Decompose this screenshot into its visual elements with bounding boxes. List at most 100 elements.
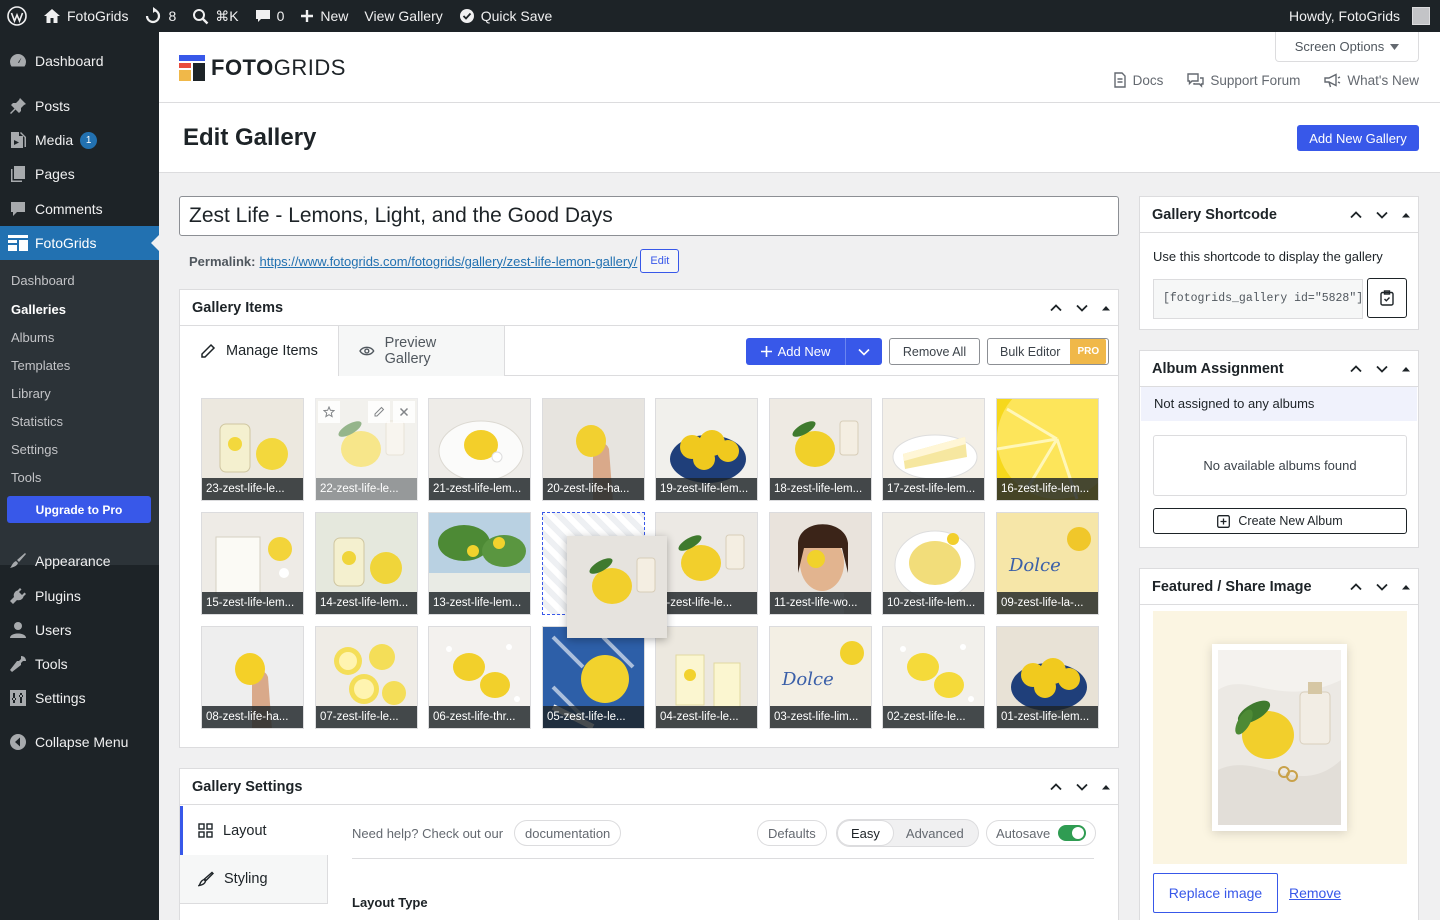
quick-save-link[interactable]: Quick Save xyxy=(451,0,561,32)
chevron-up-icon[interactable] xyxy=(1048,300,1064,316)
gallery-item[interactable]: 08-zest-life-ha... xyxy=(201,626,304,729)
sidebar-item-comments[interactable]: Comments xyxy=(0,192,159,226)
chevron-down-icon[interactable] xyxy=(1374,579,1390,595)
remove-image-link[interactable]: Remove xyxy=(1289,885,1341,901)
gallery-item[interactable]: 18-zest-life-lem... xyxy=(769,398,872,501)
gallery-title-input[interactable]: Zest Life - Lemons, Light, and the Good … xyxy=(179,196,1119,236)
submenu-dashboard[interactable]: Dashboard xyxy=(11,273,75,288)
collapse-toggle-icon[interactable] xyxy=(1400,363,1412,375)
gallery-item[interactable]: 2-zest-life-le... xyxy=(655,512,758,615)
gallery-item[interactable]: 13-zest-life-lem... xyxy=(428,512,531,615)
submenu-settings[interactable]: Settings xyxy=(11,442,58,457)
gallery-item[interactable]: 23-zest-life-le... xyxy=(201,398,304,501)
chevron-down-icon[interactable] xyxy=(1374,361,1390,377)
comments-link[interactable]: 0 xyxy=(247,0,293,32)
chevron-down-icon[interactable] xyxy=(1074,300,1090,316)
tab-preview-gallery[interactable]: Preview Gallery xyxy=(338,326,505,376)
collapse-toggle-icon[interactable] xyxy=(1400,209,1412,221)
gallery-item[interactable]: 05-zest-life-le... xyxy=(542,626,645,729)
gallery-item[interactable]: 14-zest-life-lem... xyxy=(315,512,418,615)
remove-all-button[interactable]: Remove All xyxy=(889,338,980,365)
add-new-gallery-button[interactable]: Add New Gallery xyxy=(1297,125,1419,151)
sidebar-item-pages[interactable]: Pages xyxy=(0,157,159,191)
sidebar-item-settings[interactable]: Settings xyxy=(0,681,159,715)
submenu-albums[interactable]: Albums xyxy=(11,330,54,345)
gallery-item[interactable]: 22-zest-life-le... xyxy=(315,398,418,501)
settings-tab-styling[interactable]: Styling xyxy=(180,855,328,904)
collapse-menu-button[interactable]: Collapse Menu xyxy=(0,725,159,759)
sidebar-item-media[interactable]: Media 1 xyxy=(0,123,159,157)
gallery-item[interactable]: 02-zest-life-le... xyxy=(882,626,985,729)
gallery-item[interactable]: 16-zest-life-lem... xyxy=(996,398,1099,501)
sidebar-item-appearance[interactable]: Appearance xyxy=(0,544,159,578)
gallery-item[interactable]: 11-zest-life-wo... xyxy=(769,512,872,615)
support-forum-link[interactable]: Support Forum xyxy=(1187,72,1300,88)
collapse-toggle-icon[interactable] xyxy=(1100,302,1112,314)
chevron-down-icon[interactable] xyxy=(1074,779,1090,795)
replace-image-button[interactable]: Replace image xyxy=(1153,873,1278,913)
sidebar-item-users[interactable]: Users xyxy=(0,613,159,647)
chevron-up-icon[interactable] xyxy=(1348,579,1364,595)
new-content-link[interactable]: New xyxy=(292,0,356,32)
close-icon[interactable] xyxy=(393,401,415,423)
docs-link[interactable]: Docs xyxy=(1113,72,1163,88)
gallery-item[interactable]: 20-zest-life-ha... xyxy=(542,398,645,501)
mode-easy[interactable]: Easy xyxy=(838,821,893,845)
dragging-gallery-item[interactable] xyxy=(567,536,667,638)
autosave-switch[interactable] xyxy=(1058,825,1087,841)
submenu-statistics[interactable]: Statistics xyxy=(11,414,63,429)
defaults-button[interactable]: Defaults xyxy=(757,820,827,846)
submenu-templates[interactable]: Templates xyxy=(11,358,70,373)
gallery-item[interactable]: 01-zest-life-lem... xyxy=(996,626,1099,729)
documentation-link[interactable]: documentation xyxy=(514,820,622,846)
view-gallery-link[interactable]: View Gallery xyxy=(356,0,450,32)
upgrade-to-pro-button[interactable]: Upgrade to Pro xyxy=(7,496,151,523)
wordpress-logo-icon[interactable] xyxy=(0,0,35,32)
search-link[interactable]: ⌘K xyxy=(184,0,246,32)
edit-pencil-icon[interactable] xyxy=(368,401,390,423)
collapse-toggle-icon[interactable] xyxy=(1400,581,1412,593)
gallery-item[interactable]: 10-zest-life-lem... xyxy=(882,512,985,615)
settings-tab-layout[interactable]: Layout xyxy=(180,806,328,855)
sidebar-item-fotogrids[interactable]: FotoGrids xyxy=(0,226,159,260)
gallery-item[interactable]: Dolce 03-zest-life-lim... xyxy=(769,626,872,729)
permalink-edit-button[interactable]: Edit xyxy=(640,249,680,273)
star-icon[interactable] xyxy=(318,401,340,423)
copy-shortcode-button[interactable] xyxy=(1367,278,1407,318)
submenu-tools[interactable]: Tools xyxy=(11,470,41,485)
account-menu[interactable]: Howdy, FotoGrids xyxy=(1281,0,1440,32)
gallery-item[interactable]: 21-zest-life-lem... xyxy=(428,398,531,501)
autosave-toggle[interactable]: Autosave xyxy=(986,820,1097,846)
gallery-item[interactable]: 07-zest-life-le... xyxy=(315,626,418,729)
chevron-up-icon[interactable] xyxy=(1348,361,1364,377)
add-new-dropdown-toggle[interactable] xyxy=(846,348,882,356)
tab-manage-items[interactable]: Manage Items xyxy=(180,326,338,376)
gallery-item[interactable]: 04-zest-life-le... xyxy=(655,626,758,729)
mode-advanced[interactable]: Advanced xyxy=(893,821,977,845)
permalink-url[interactable]: https://www.fotogrids.com/fotogrids/gall… xyxy=(259,254,637,269)
create-new-album-button[interactable]: Create New Album xyxy=(1153,508,1407,534)
chevron-down-icon[interactable] xyxy=(1374,207,1390,223)
whats-new-link[interactable]: What's New xyxy=(1324,72,1419,88)
chevron-up-icon[interactable] xyxy=(1048,779,1064,795)
collapse-toggle-icon[interactable] xyxy=(1100,781,1112,793)
gallery-item[interactable]: 19-zest-life-lem... xyxy=(655,398,758,501)
screen-options-toggle[interactable]: Screen Options xyxy=(1275,32,1419,62)
bulk-editor-button[interactable]: Bulk Editor PRO xyxy=(987,338,1109,365)
chevron-up-icon[interactable] xyxy=(1348,207,1364,223)
gallery-item[interactable]: 15-zest-life-lem... xyxy=(201,512,304,615)
sidebar-item-posts[interactable]: Posts xyxy=(0,89,159,123)
gallery-item[interactable]: 06-zest-life-thr... xyxy=(428,626,531,729)
submenu-galleries[interactable]: Galleries xyxy=(11,302,66,317)
sidebar-item-tools[interactable]: Tools xyxy=(0,647,159,681)
sidebar-item-dashboard[interactable]: Dashboard xyxy=(0,44,159,78)
shortcode-field[interactable]: [fotogrids_gallery id="5828"] xyxy=(1153,279,1363,319)
site-name-link[interactable]: FotoGrids xyxy=(35,0,136,32)
add-new-item-button[interactable]: Add New xyxy=(746,338,882,365)
gallery-item[interactable]: 17-zest-life-lem... xyxy=(882,398,985,501)
gallery-item[interactable]: Dolce 09-zest-life-la-... xyxy=(996,512,1099,615)
submenu-library[interactable]: Library xyxy=(11,386,51,401)
sidebar-item-plugins[interactable]: Plugins xyxy=(0,579,159,613)
updates-link[interactable]: 8 xyxy=(136,0,184,32)
featured-image-preview[interactable] xyxy=(1153,611,1407,864)
